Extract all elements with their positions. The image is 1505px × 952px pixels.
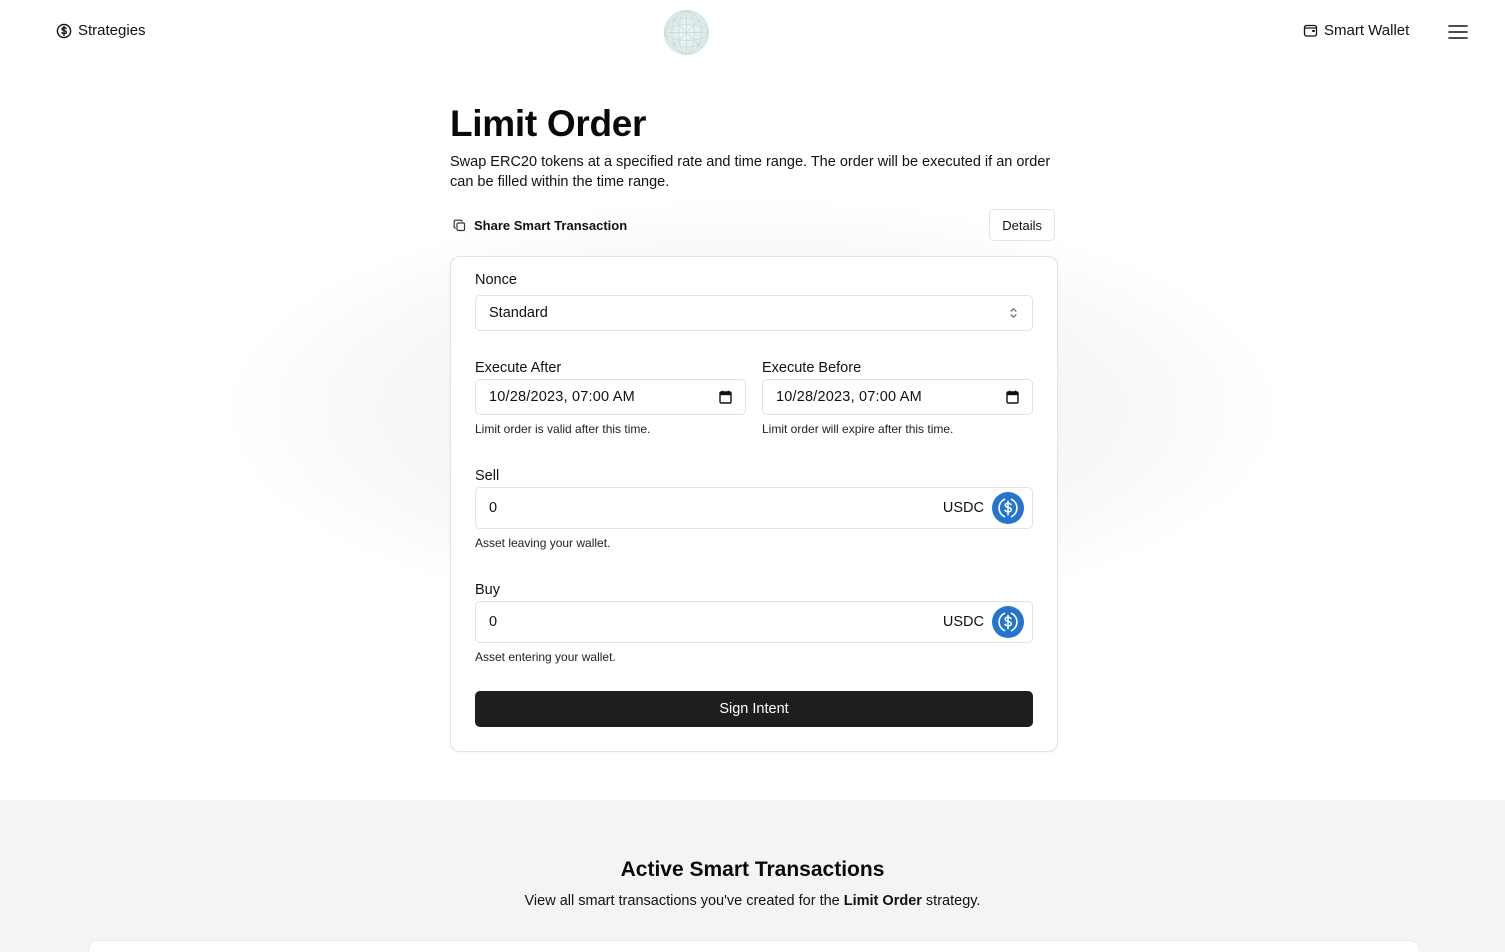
execute-before-input[interactable]: 10/28/2023, 07:00 AM xyxy=(762,379,1033,415)
top-nav: Strategies Smart Wallet xyxy=(0,0,1505,64)
buy-label: Buy xyxy=(475,582,500,598)
globe-logo[interactable] xyxy=(663,9,710,56)
dollar-circle-icon xyxy=(56,23,72,38)
sell-label: Sell xyxy=(475,468,500,484)
page-title: Limit Order xyxy=(450,103,647,144)
calendar-icon[interactable] xyxy=(719,390,732,404)
sell-amount-field: 0 USDC xyxy=(475,487,1033,529)
usdc-icon xyxy=(992,492,1024,524)
active-transactions-section: Active Smart Transactions View all smart… xyxy=(0,800,1505,952)
strategy-name: Limit Order xyxy=(843,893,922,909)
smart-wallet-button[interactable]: Smart Wallet xyxy=(1303,22,1409,39)
usdc-icon xyxy=(992,606,1024,638)
execute-after-hint: Limit order is valid after this time. xyxy=(475,422,651,436)
smart-wallet-label: Smart Wallet xyxy=(1324,22,1410,39)
page-description: Swap ERC20 tokens at a specified rate an… xyxy=(450,154,1051,190)
active-transactions-description: View all smart transactions you've creat… xyxy=(0,893,1505,909)
buy-token-selector[interactable]: USDC xyxy=(943,606,1024,638)
share-smart-transaction-button[interactable]: Share Smart Transaction xyxy=(453,218,627,233)
execute-after-input[interactable]: 10/28/2023, 07:00 AM xyxy=(475,379,746,415)
description-suffix: strategy. xyxy=(921,893,981,909)
sell-amount-input[interactable]: 0 xyxy=(489,500,889,516)
buy-amount-field: 0 USDC xyxy=(475,601,1033,643)
sell-token-symbol: USDC xyxy=(942,500,984,516)
strategies-link[interactable]: Strategies xyxy=(56,22,146,39)
nonce-select[interactable]: Standard xyxy=(475,295,1033,331)
details-button[interactable]: Details xyxy=(989,209,1055,241)
active-transactions-title: Active Smart Transactions xyxy=(620,858,885,881)
share-label: Share Smart Transaction xyxy=(474,218,628,233)
copy-icon xyxy=(453,219,466,232)
execute-after-label: Execute After xyxy=(475,360,562,376)
sell-hint: Asset leaving your wallet. xyxy=(475,536,611,550)
nonce-label: Nonce xyxy=(475,272,517,288)
wallet-icon xyxy=(1303,24,1318,37)
buy-amount-input[interactable]: 0 xyxy=(489,614,889,630)
buy-hint: Asset entering your wallet. xyxy=(475,650,616,664)
buy-token-symbol: USDC xyxy=(942,614,984,630)
share-row: Share Smart Transaction Details xyxy=(450,209,1058,243)
calendar-icon[interactable] xyxy=(1006,390,1019,404)
sell-token-selector[interactable]: USDC xyxy=(943,492,1024,524)
limit-order-form: Nonce Standard Execute After 10/28/2023,… xyxy=(450,256,1058,752)
sign-intent-button[interactable]: Sign Intent xyxy=(475,691,1033,727)
limit-order-section: Limit Order Swap ERC20 tokens at a speci… xyxy=(450,100,1058,752)
description-prefix: View all smart transactions you've creat… xyxy=(524,893,844,909)
execute-before-label: Execute Before xyxy=(762,360,862,376)
execute-before-hint: Limit order will expire after this time. xyxy=(762,422,954,436)
execute-before-value: 10/28/2023, 07:00 AM xyxy=(776,389,922,405)
execute-after-value: 10/28/2023, 07:00 AM xyxy=(489,389,635,405)
hamburger-menu-icon[interactable] xyxy=(1448,24,1468,40)
strategies-label: Strategies xyxy=(78,22,146,39)
chevron-up-down-icon xyxy=(1010,308,1017,318)
nonce-value: Standard xyxy=(489,305,548,321)
transactions-table-card xyxy=(88,940,1420,952)
